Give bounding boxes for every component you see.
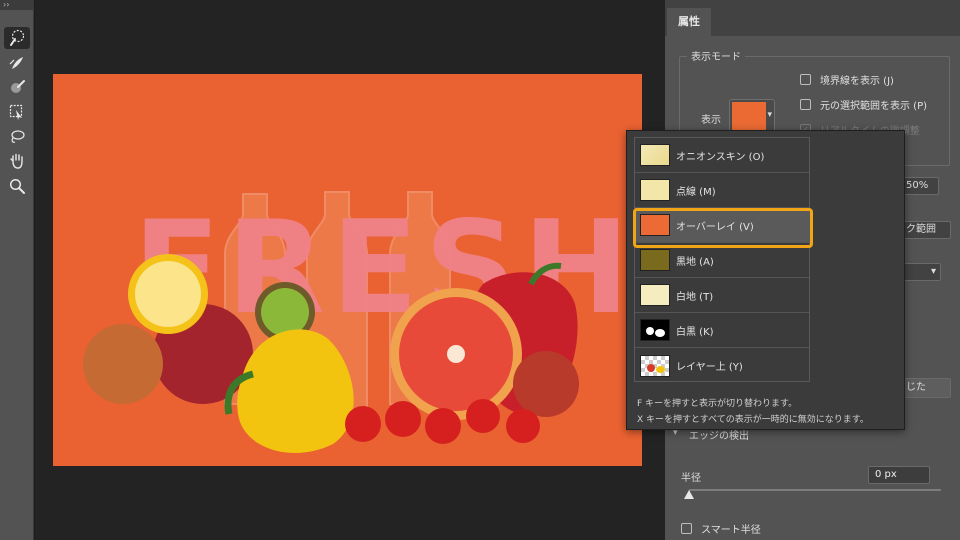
overlay-thumbnail: [640, 214, 670, 236]
panel-tab-bar: 属性: [665, 0, 960, 36]
onion-skin-thumbnail: [640, 144, 670, 166]
menu-item-label: レイヤー上 (Y): [676, 362, 743, 373]
document-canvas-area[interactable]: FRESH: [35, 0, 665, 540]
menu-item-label: 黒地 (A): [676, 256, 714, 268]
menu-item-black-white[interactable]: 白黒 (K): [635, 313, 809, 348]
close-button-label: じた: [906, 382, 926, 393]
on-black-thumbnail: [640, 249, 670, 271]
object-selection-icon[interactable]: [4, 101, 30, 123]
menu-item-label: オニオンスキン (O): [676, 151, 765, 163]
close-button[interactable]: じた: [901, 378, 951, 398]
output-target-value: ク範囲: [906, 224, 936, 235]
menu-item-label: 点線 (M): [676, 186, 716, 198]
fruit-artwork-image[interactable]: FRESH: [53, 74, 642, 466]
hand-icon[interactable]: [4, 150, 30, 172]
menu-item-marching-ants[interactable]: 点線 (M): [635, 173, 809, 208]
show-edge-row[interactable]: 境界線を表示 (J): [800, 72, 894, 87]
show-edge-label: 境界線を表示 (J): [820, 76, 894, 87]
menu-item-label: オーバーレイ (V): [676, 221, 754, 233]
menu-item-onion-skin[interactable]: オニオンスキン (O): [635, 138, 809, 173]
on-white-thumbnail: [640, 284, 670, 306]
menu-item-on-black[interactable]: 黒地 (A): [635, 243, 809, 278]
view-mode-dropdown[interactable]: ▾: [729, 99, 775, 133]
opacity-field[interactable]: 50%: [901, 177, 939, 195]
view-mode-title: 表示モード: [687, 48, 745, 63]
quick-selection-brush-icon[interactable]: [4, 27, 30, 49]
output-target-dropdown[interactable]: ク範囲: [901, 221, 951, 239]
menu-item-on-white[interactable]: 白地 (T): [635, 278, 809, 313]
radius-label: 半径: [681, 473, 701, 484]
view-mode-list: オニオンスキン (O) 点線 (M) オーバーレイ (V) 黒地 (A) 白地 …: [634, 137, 810, 382]
zoom-icon[interactable]: [4, 175, 30, 197]
view-mode-menu: オニオンスキン (O) 点線 (M) オーバーレイ (V) 黒地 (A) 白地 …: [626, 130, 905, 430]
show-original-checkbox[interactable]: [800, 99, 811, 110]
mode-dropdown[interactable]: ▾: [901, 263, 941, 281]
menu-hint-x-key: X キーを押すとすべての表示が一時的に無効になります。: [637, 415, 869, 425]
on-layers-thumbnail: [640, 354, 670, 377]
tab-properties[interactable]: 属性: [667, 8, 711, 36]
menu-item-on-layers[interactable]: レイヤー上 (Y): [635, 348, 809, 383]
radius-input[interactable]: 0 px: [868, 466, 930, 484]
refine-edge-brush-icon[interactable]: [4, 52, 30, 74]
marching-ants-thumbnail: [640, 179, 670, 201]
black-white-thumbnail: [640, 319, 670, 341]
smart-radius-row[interactable]: スマート半径: [681, 521, 761, 536]
toolbar-collapse-toggle[interactable]: ››: [0, 0, 34, 10]
show-original-row[interactable]: 元の選択範囲を表示 (P): [800, 97, 927, 112]
smart-radius-label: スマート半径: [701, 525, 761, 536]
tools-panel: ››: [0, 0, 34, 540]
show-edge-checkbox[interactable]: [800, 74, 811, 85]
radius-slider-thumb[interactable]: [684, 490, 694, 499]
chevron-down-icon: ▾: [767, 110, 772, 120]
chevron-down-icon: ▾: [930, 266, 936, 277]
smart-radius-checkbox[interactable]: [681, 523, 692, 534]
show-original-label: 元の選択範囲を表示 (P): [820, 101, 928, 112]
radius-slider-track[interactable]: [689, 489, 941, 491]
menu-item-label: 白地 (T): [676, 291, 714, 303]
brush-icon[interactable]: [4, 76, 30, 98]
view-label: 表示: [701, 115, 721, 126]
lasso-icon[interactable]: [4, 126, 30, 148]
menu-hint-f-key: F キーを押すと表示が切り替わります。: [637, 399, 798, 409]
overlay-preview-thumbnail: [732, 102, 766, 130]
menu-item-overlay[interactable]: オーバーレイ (V): [635, 208, 809, 243]
menu-item-label: 白黒 (K): [676, 326, 714, 338]
